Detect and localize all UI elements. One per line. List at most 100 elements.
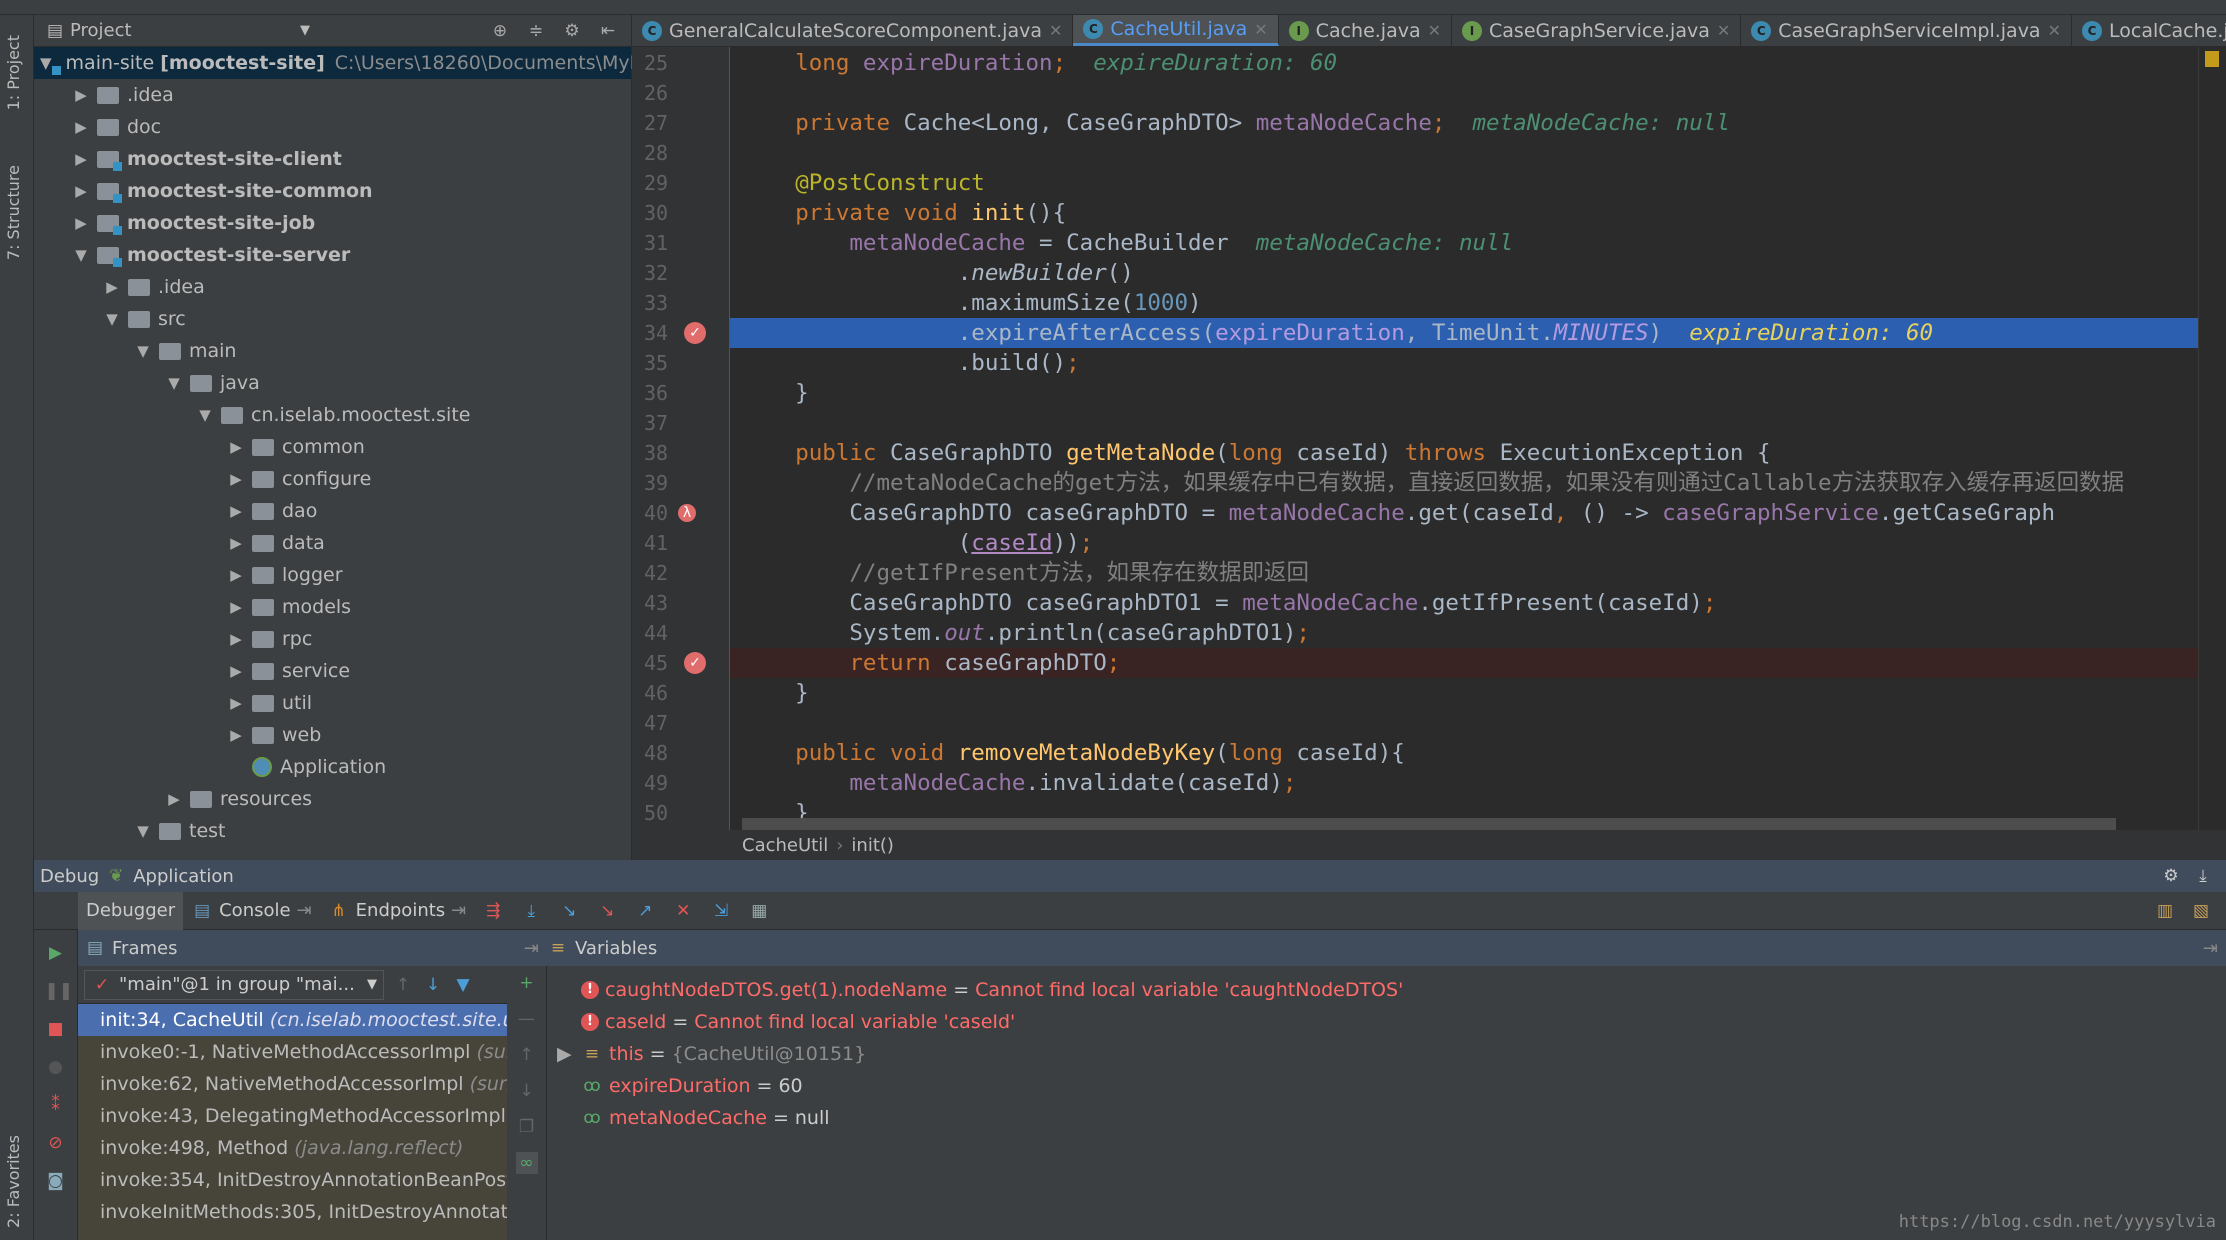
- tree-item[interactable]: ▶ common: [34, 431, 631, 463]
- collapsed-arrow-icon[interactable]: ▶: [71, 182, 91, 200]
- close-icon[interactable]: ✕: [1717, 21, 1730, 40]
- tree-item[interactable]: ▶ configure: [34, 463, 631, 495]
- tree-item[interactable]: ▶ logger: [34, 559, 631, 591]
- collapsed-arrow-icon[interactable]: ▶: [226, 470, 246, 488]
- variable-row[interactable]: ! caseId = Cannot find local variable 'case…: [547, 1006, 2226, 1038]
- expanded-arrow-icon[interactable]: ▼: [195, 406, 215, 424]
- collapsed-arrow-icon[interactable]: ▶: [102, 278, 122, 296]
- variable-row[interactable]: ! caughtNodeDTOS.get(1).nodeName = Cannot f…: [547, 974, 2226, 1006]
- editor-tab[interactable]: I CaseGraphService.java ✕: [1452, 15, 1742, 46]
- expanded-arrow-icon[interactable]: ▼: [71, 246, 91, 264]
- lambda-breakpoint-icon[interactable]: λ: [678, 504, 696, 522]
- tree-item[interactable]: ▶ dao: [34, 495, 631, 527]
- move-down-icon[interactable]: ↓: [516, 1080, 538, 1102]
- tab-debugger[interactable]: Debugger: [78, 891, 184, 930]
- editor-tab[interactable]: C CaseGraphServiceImpl.java ✕: [1741, 15, 2072, 46]
- tree-item[interactable]: ▶ util: [34, 687, 631, 719]
- view-breakpoints-icon[interactable]: ⁑: [45, 1094, 67, 1116]
- tree-item[interactable]: Application: [34, 751, 631, 783]
- copy-icon[interactable]: ❐: [516, 1116, 538, 1138]
- tab-console[interactable]: ▤ Console ⇥: [183, 892, 320, 930]
- thread-selector[interactable]: ✓ "main"@1 in group "mai... ▼: [84, 969, 384, 1000]
- collapsed-arrow-icon[interactable]: ▶: [71, 86, 91, 104]
- editor-tab[interactable]: C GeneralCalculateScoreComponent.java ✕: [632, 15, 1074, 46]
- move-up-icon[interactable]: ↑: [516, 1044, 538, 1066]
- remove-watch-icon[interactable]: —: [516, 1008, 538, 1030]
- stack-frame[interactable]: invoke:62, NativeMethodAccessorImpl (sun…: [78, 1068, 507, 1100]
- tree-item[interactable]: ▶ service: [34, 655, 631, 687]
- editor-tab[interactable]: CLocalCache.java✕: [2072, 15, 2226, 46]
- pin-icon[interactable]: ⇥: [524, 938, 539, 959]
- expanded-arrow-icon[interactable]: ▼: [40, 54, 52, 72]
- tree-item[interactable]: ▼ main-site [mooctest-site] C:\Users\18260\…: [34, 47, 661, 79]
- collapsed-arrow-icon[interactable]: ▶: [226, 726, 246, 744]
- tree-item[interactable]: ▼ mooctest-site-server: [34, 239, 631, 271]
- restore-layout-icon[interactable]: ▥: [2154, 900, 2176, 922]
- stop-icon[interactable]: ■: [45, 1018, 67, 1040]
- project-view-selector[interactable]: Project: [70, 20, 300, 41]
- editor-tab[interactable]: I Cache.java ✕: [1279, 15, 1453, 46]
- tree-item[interactable]: ▶ .idea: [34, 271, 631, 303]
- breadcrumb-method[interactable]: init(): [851, 835, 894, 856]
- collapsed-arrow-icon[interactable]: ▶: [164, 790, 184, 808]
- tree-item[interactable]: ▶ mooctest-site-client: [34, 143, 631, 175]
- arrow-down-icon[interactable]: ↓: [422, 974, 444, 996]
- filter-icon[interactable]: ▼: [452, 974, 474, 996]
- tree-item[interactable]: ▶ web: [34, 719, 631, 751]
- collapsed-arrow-icon[interactable]: ▶: [226, 598, 246, 616]
- hide-panel-icon[interactable]: ⇤: [597, 20, 619, 42]
- close-icon[interactable]: ✕: [1254, 20, 1267, 39]
- code-editor[interactable]: 25 26 27 28 29 30 31 32 33 34 ✓ 35 36 37 38 39 40 λ 41 42 43…: [632, 47, 2226, 830]
- stack-frame[interactable]: invoke:43, DelegatingMethodAccessorImpl …: [78, 1100, 507, 1132]
- drop-frame-icon[interactable]: ✕: [672, 900, 694, 922]
- resume-icon[interactable]: ▶: [45, 942, 67, 964]
- tree-item[interactable]: ▼ cn.iselab.mooctest.site: [34, 399, 631, 431]
- expanded-arrow-icon[interactable]: ▼: [133, 822, 153, 840]
- stack-frame[interactable]: invoke:354, InitDestroyAnnotationBeanPos…: [78, 1164, 507, 1196]
- tree-item[interactable]: ▶ rpc: [34, 623, 631, 655]
- pause-icon[interactable]: ❚❚: [45, 980, 74, 1002]
- pin-icon[interactable]: ⇥: [297, 900, 312, 921]
- show-execution-point-icon[interactable]: ⇶: [482, 900, 504, 922]
- variable-row[interactable]: ꝏ metaNodeCache = null: [547, 1102, 2226, 1134]
- tree-item[interactable]: ▶ data: [34, 527, 631, 559]
- disconnect-icon[interactable]: ●: [45, 1056, 67, 1078]
- stack-frame[interactable]: init:34, CacheUtil (cn.iselab.mooctest.s…: [78, 1004, 507, 1036]
- structure-tool-tab[interactable]: 7: Structure: [4, 165, 23, 260]
- evaluate-expression-icon[interactable]: ▦: [748, 900, 770, 922]
- collapsed-arrow-icon[interactable]: ▶: [71, 150, 91, 168]
- step-out-icon[interactable]: ↗: [634, 900, 656, 922]
- gear-icon[interactable]: ⚙: [2160, 865, 2182, 887]
- collapsed-arrow-icon[interactable]: ▶: [226, 438, 246, 456]
- show-watches-icon[interactable]: ∞: [515, 1152, 538, 1174]
- stack-frame[interactable]: invokeInitMethods:305, InitDestroyAnnota…: [78, 1196, 507, 1228]
- collapsed-arrow-icon[interactable]: ▶: [226, 662, 246, 680]
- horizontal-scrollbar[interactable]: [742, 818, 2116, 830]
- debug-config-tab[interactable]: Application: [133, 866, 234, 887]
- expanded-arrow-icon[interactable]: ▼: [164, 374, 184, 392]
- pin-icon[interactable]: ⇥: [451, 900, 466, 921]
- tree-item[interactable]: ▼ java: [34, 367, 631, 399]
- collapsed-arrow-icon[interactable]: ▶: [226, 630, 246, 648]
- variable-row[interactable]: ▶ ≡ this = {CacheUtil@10151}: [547, 1038, 2226, 1070]
- chevron-down-icon[interactable]: ▼: [367, 977, 377, 992]
- tree-item[interactable]: ▼ test: [34, 815, 631, 847]
- variable-row[interactable]: ꝏ expireDuration = 60: [547, 1070, 2226, 1102]
- arrow-up-icon[interactable]: ↑: [392, 974, 414, 996]
- editor-gutter[interactable]: 25 26 27 28 29 30 31 32 33 34 ✓ 35 36 37 38 39 40 λ 41 42 43…: [632, 47, 730, 830]
- step-into-icon[interactable]: ↘: [558, 900, 580, 922]
- tree-item[interactable]: ▼ main: [34, 335, 631, 367]
- close-icon[interactable]: ✕: [2048, 21, 2061, 40]
- locate-icon[interactable]: ⊕: [489, 20, 511, 42]
- mute-breakpoints-icon[interactable]: ⊘: [45, 1132, 67, 1154]
- breakpoint-icon[interactable]: ✓: [684, 322, 706, 344]
- settings-icon[interactable]: ▧: [2190, 900, 2212, 922]
- step-over-icon[interactable]: ⤓: [520, 900, 542, 922]
- code-area[interactable]: long expireDuration; expireDuration: 60 …: [730, 47, 2198, 830]
- tree-item[interactable]: ▶ resources: [34, 783, 631, 815]
- breadcrumb-class[interactable]: CacheUtil: [742, 835, 828, 856]
- tab-endpoints[interactable]: ⋔ Endpoints ⇥: [320, 892, 475, 930]
- editor-tab[interactable]: C CacheUtil.java ✕: [1073, 15, 1279, 46]
- gear-icon[interactable]: ⚙: [561, 20, 583, 42]
- run-to-cursor-icon[interactable]: ⇲: [710, 900, 732, 922]
